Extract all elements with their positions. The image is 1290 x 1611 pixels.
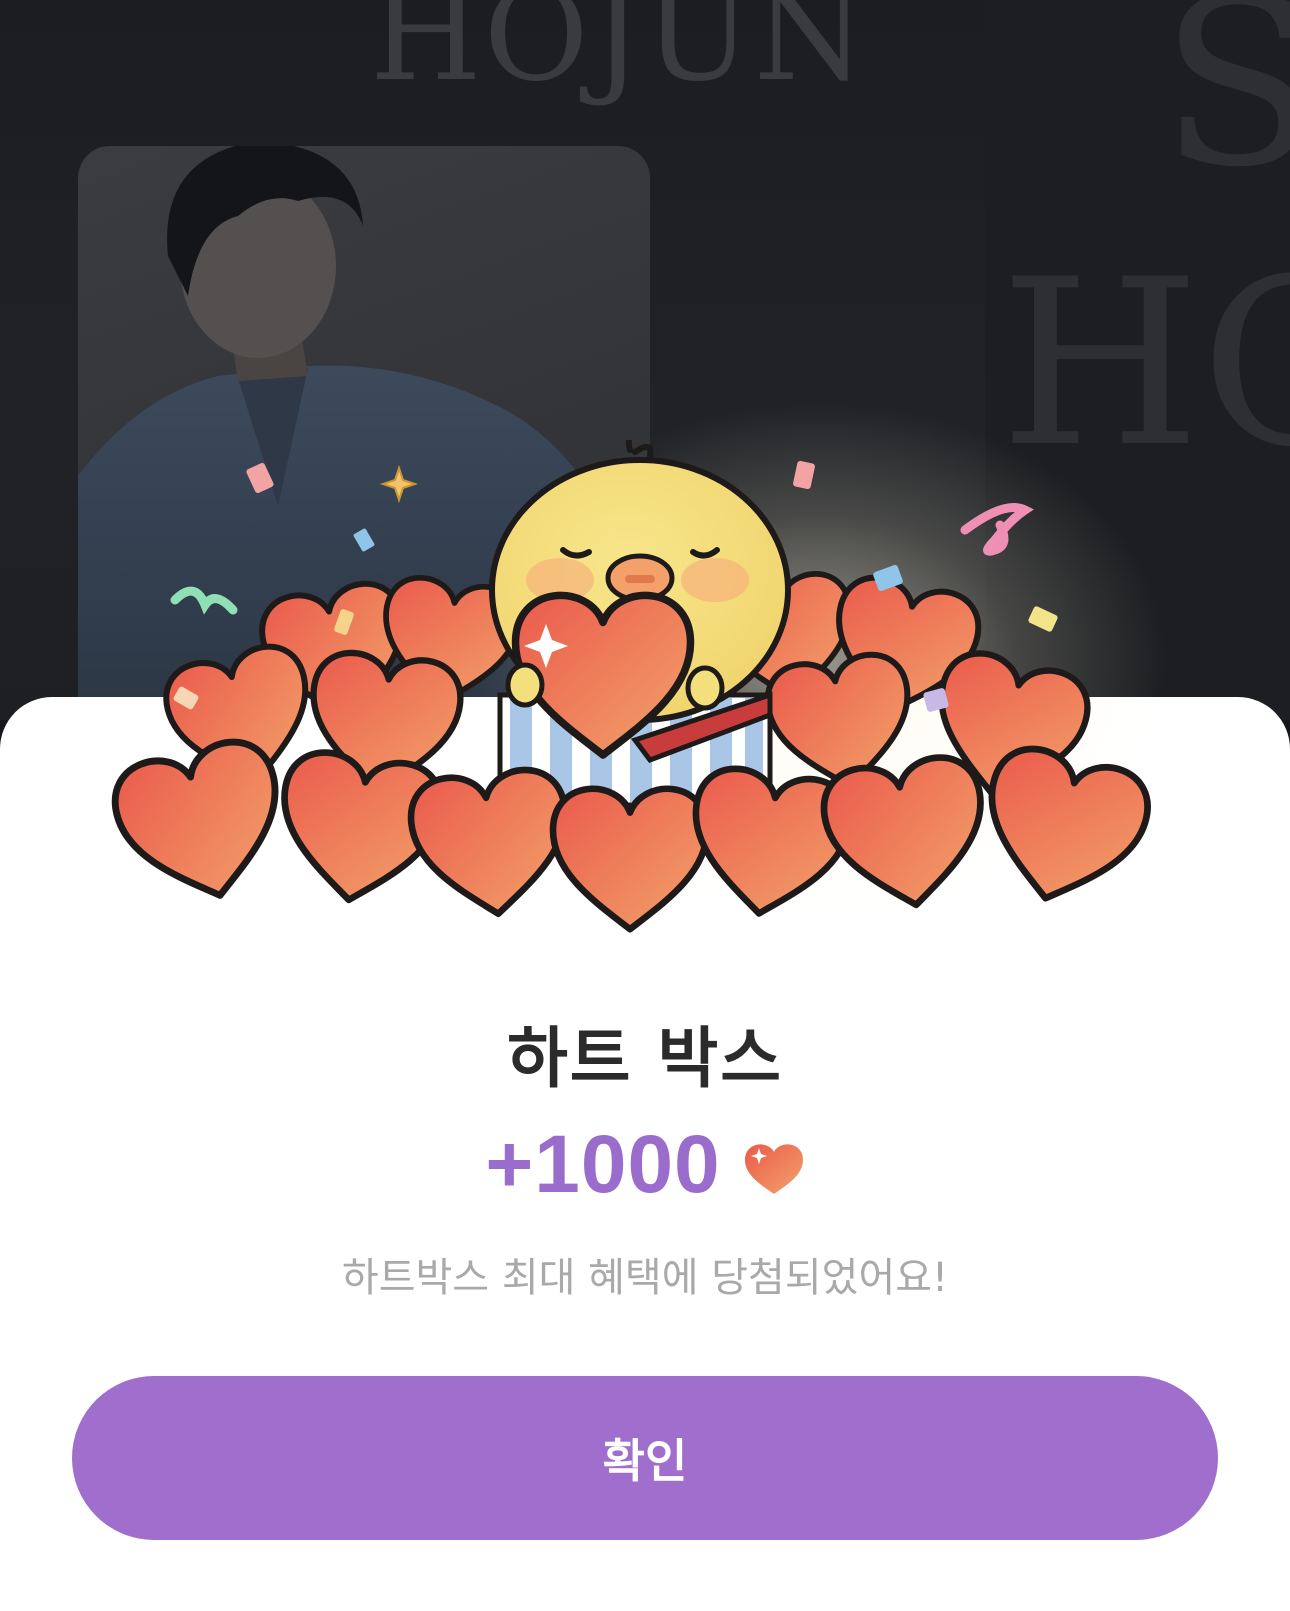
background-wordmark: HOJUN — [370, 0, 868, 110]
dialog-title: 하트 박스 — [507, 1020, 783, 1097]
confirm-button[interactable]: 확인 — [72, 1376, 1218, 1540]
background-side-letter-top: S — [1160, 0, 1290, 218]
chick-heart-box-illustration — [105, 440, 1185, 950]
heart-box-screen: HOJUN S HO — [0, 0, 1290, 1611]
reward-amount: +1000 — [485, 1119, 721, 1210]
reward-message: 하트박스 최대 혜택에 당첨되었어요! — [341, 1255, 949, 1301]
heart-icon — [744, 1144, 803, 1194]
reward-row: +1000 — [0, 1118, 1290, 1212]
